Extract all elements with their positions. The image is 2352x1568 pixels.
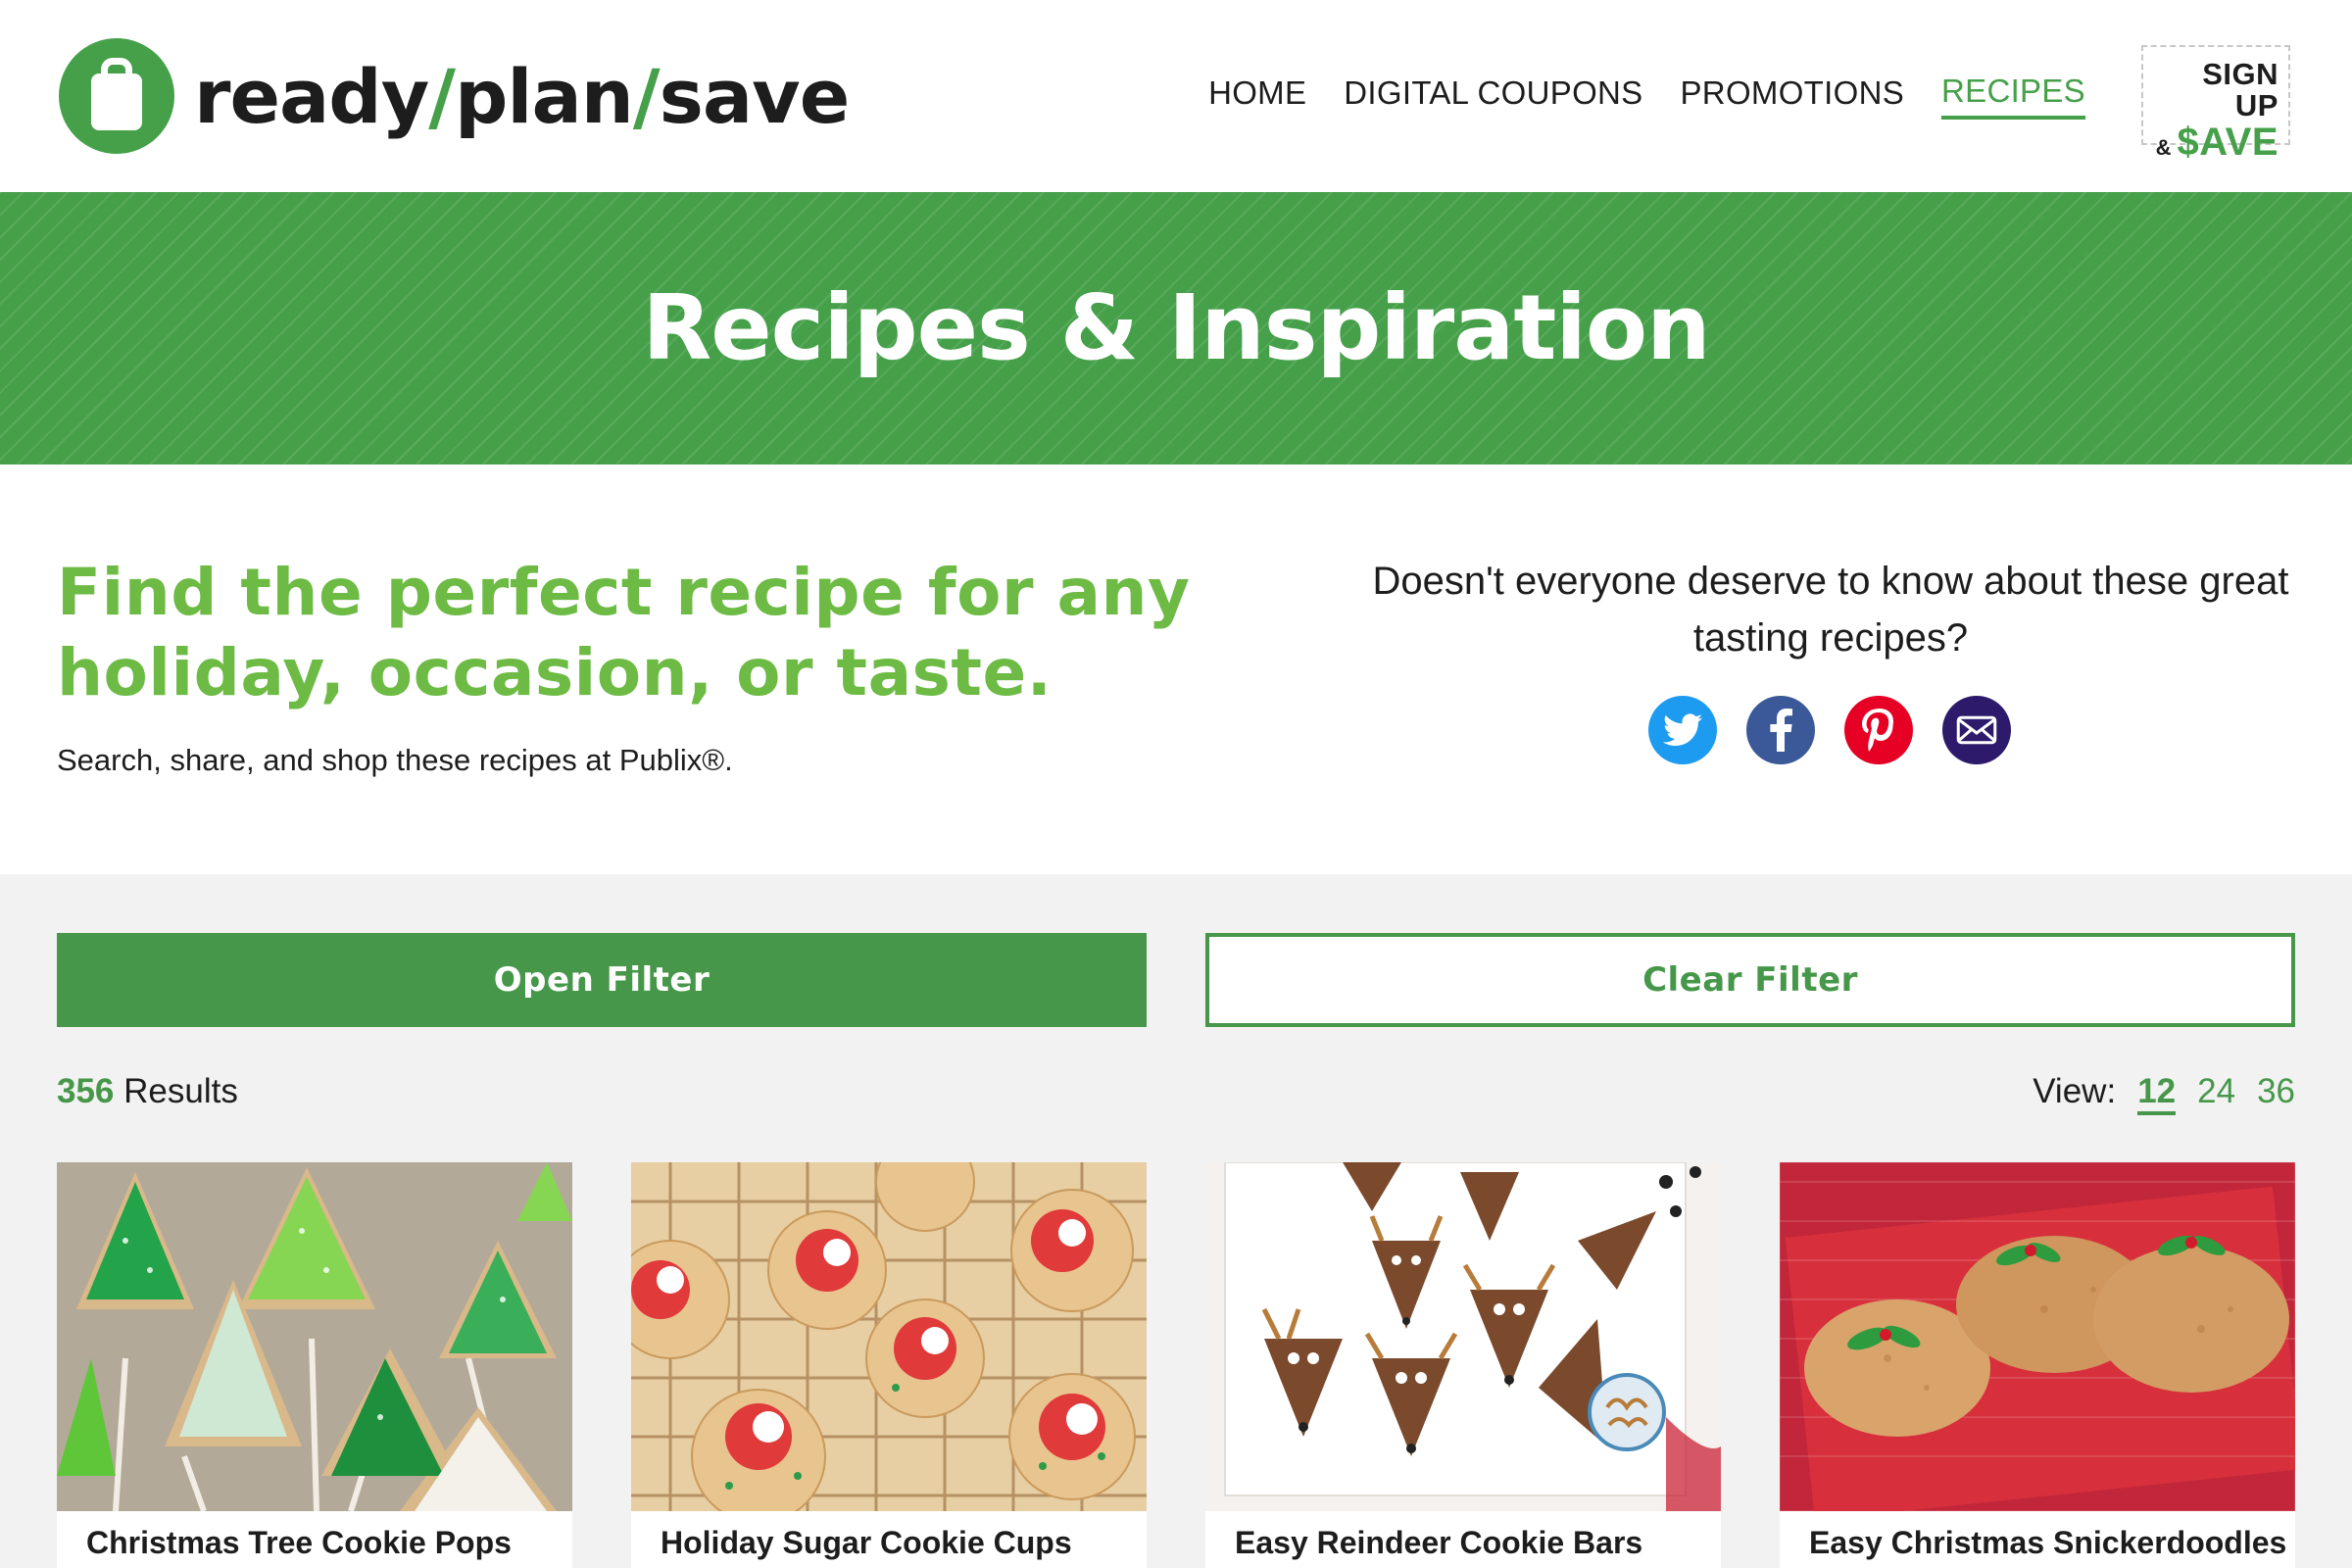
intro-headline: Find the perfect recipe for any holiday,…: [57, 555, 1191, 710]
open-filter-button[interactable]: Open Filter: [57, 933, 1147, 1027]
recipe-image[interactable]: [631, 1162, 1147, 1511]
recipe-grid: Christmas Tree Cookie Pops Holiday Sugar…: [57, 1162, 2295, 1568]
signup-and-save-button[interactable]: SIGN UP & $AVE: [2141, 45, 2290, 163]
signup-save-label: $AVE: [2177, 121, 2278, 164]
twitter-icon[interactable]: [1648, 696, 1717, 764]
results-count-label: Results: [123, 1072, 238, 1110]
share-question: Doesn't everyone deserve to know about t…: [1372, 560, 2289, 660]
recipe-title[interactable]: Christmas Tree Cookie Pops: [86, 1525, 512, 1561]
shopping-bag-icon: [59, 38, 174, 154]
view-label: View:: [2033, 1072, 2117, 1110]
recipe-title[interactable]: Easy Christmas Snickerdoodles: [1809, 1525, 2286, 1561]
recipe-image[interactable]: [1205, 1162, 1721, 1511]
signup-label: SIGN UP: [2202, 57, 2278, 122]
nav-promotions[interactable]: PROMOTIONS: [1681, 74, 1905, 118]
nav-home[interactable]: HOME: [1208, 74, 1306, 118]
recipe-image[interactable]: [57, 1162, 572, 1511]
clear-filter-button[interactable]: Clear Filter: [1205, 933, 2295, 1027]
site-header: ready/plan/save HOME DIGITAL COUPONS PRO…: [0, 0, 2352, 192]
site-logo[interactable]: ready/plan/save: [59, 37, 850, 155]
intro-section: Find the perfect recipe for any holiday,…: [0, 465, 2352, 874]
recipe-card[interactable]: Easy Christmas Snickerdoodles: [1780, 1162, 2295, 1568]
recipe-title[interactable]: Holiday Sugar Cookie Cups: [661, 1525, 1072, 1561]
results-count: 356 Results: [57, 1072, 238, 1111]
share-icons: [1648, 696, 2011, 764]
main-nav: HOME DIGITAL COUPONS PROMOTIONS RECIPES: [1208, 73, 2085, 120]
recipe-card[interactable]: Christmas Tree Cookie Pops: [57, 1162, 572, 1568]
nav-recipes[interactable]: RECIPES: [1941, 73, 2085, 120]
logo-wordmark: ready/plan/save: [194, 52, 850, 140]
view-option-24[interactable]: 24: [2197, 1072, 2235, 1111]
signup-ampersand: &: [2155, 135, 2172, 160]
view-option-12[interactable]: 12: [2137, 1072, 2177, 1115]
hero-banner: Recipes & Inspiration: [0, 192, 2352, 465]
pinterest-icon[interactable]: [1844, 696, 1913, 764]
results-count-number: 356: [57, 1072, 115, 1110]
results-section: Open Filter Clear Filter 356 Results Vie…: [0, 874, 2352, 1568]
facebook-icon[interactable]: [1746, 696, 1815, 764]
view-per-page: View: 12 24 36: [2033, 1072, 2295, 1115]
email-icon[interactable]: [1942, 696, 2011, 764]
nav-digital-coupons[interactable]: DIGITAL COUPONS: [1344, 74, 1642, 118]
recipe-card[interactable]: Easy Reindeer Cookie Bars: [1205, 1162, 1721, 1568]
intro-subtext: Search, share, and shop these recipes at…: [57, 743, 733, 777]
recipe-card[interactable]: Holiday Sugar Cookie Cups: [631, 1162, 1147, 1568]
recipe-image[interactable]: [1780, 1162, 2295, 1511]
view-option-36[interactable]: 36: [2257, 1072, 2295, 1111]
recipe-title[interactable]: Easy Reindeer Cookie Bars: [1235, 1525, 1642, 1561]
page-title: Recipes & Inspiration: [642, 275, 1710, 380]
